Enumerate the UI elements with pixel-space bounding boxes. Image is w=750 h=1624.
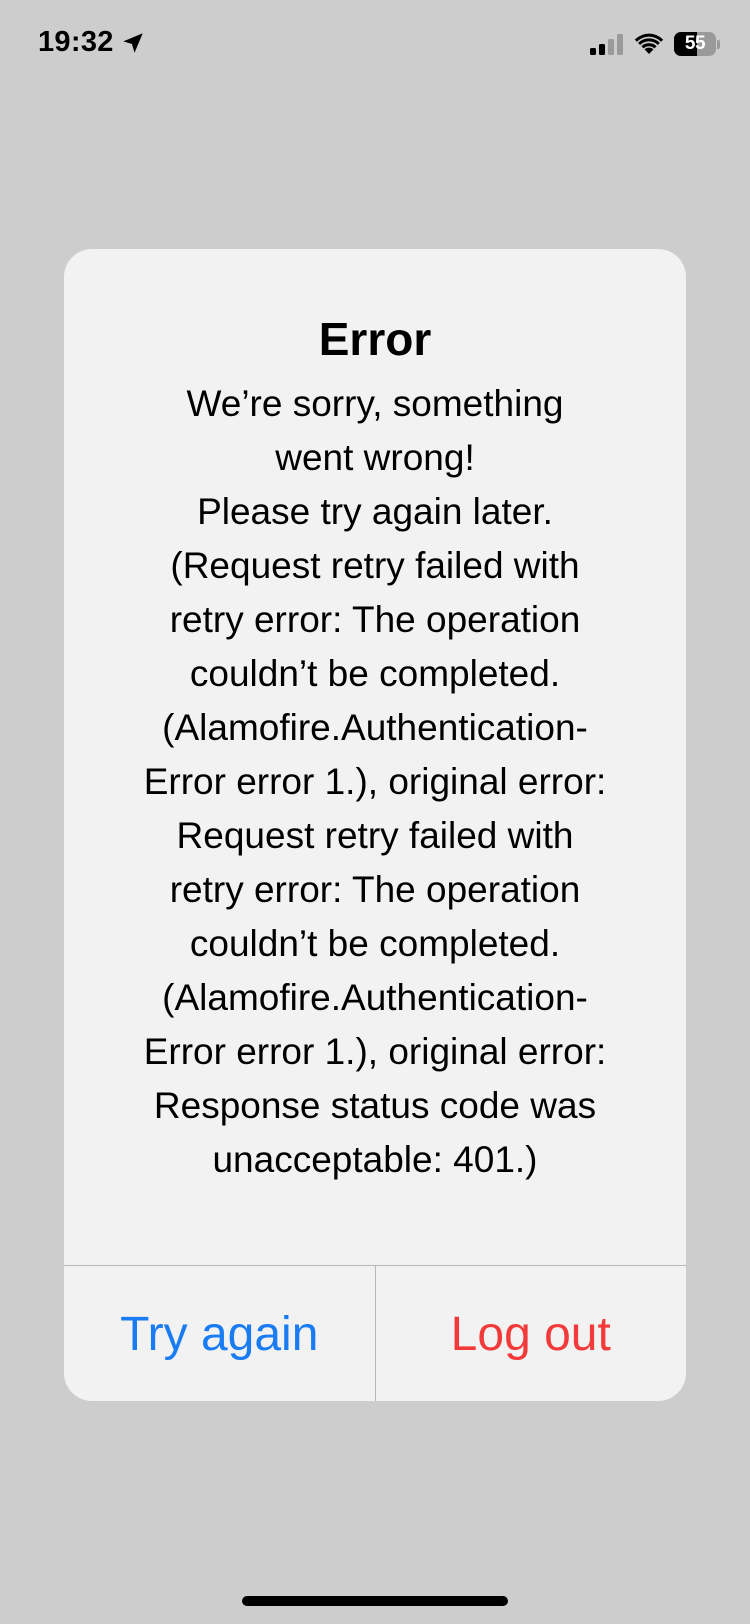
status-indicators: 55 xyxy=(590,32,720,56)
error-alert-dialog: Error We’re sorry, something went wrong!… xyxy=(64,249,686,1401)
status-bar: 19:32 55 xyxy=(0,0,750,90)
cellular-signal-icon xyxy=(590,34,623,55)
alert-content: Error We’re sorry, something went wrong!… xyxy=(64,249,686,1265)
wifi-icon xyxy=(634,33,664,54)
home-indicator[interactable] xyxy=(242,1596,508,1606)
alert-message: We’re sorry, something went wrong! Pleas… xyxy=(143,383,607,1180)
status-time: 19:32 xyxy=(38,26,114,58)
location-arrow-icon xyxy=(122,32,143,53)
battery-level: 55 xyxy=(684,33,706,54)
battery-icon: 55 xyxy=(674,32,716,56)
alert-actions: Try again Log out xyxy=(64,1265,686,1401)
alert-title: Error xyxy=(318,313,432,365)
battery-indicator: 55 xyxy=(674,32,720,56)
status-time-group: 19:32 xyxy=(38,26,146,59)
try-again-button[interactable]: Try again xyxy=(64,1266,376,1401)
battery-cap xyxy=(717,39,720,49)
log-out-button[interactable]: Log out xyxy=(376,1266,687,1401)
